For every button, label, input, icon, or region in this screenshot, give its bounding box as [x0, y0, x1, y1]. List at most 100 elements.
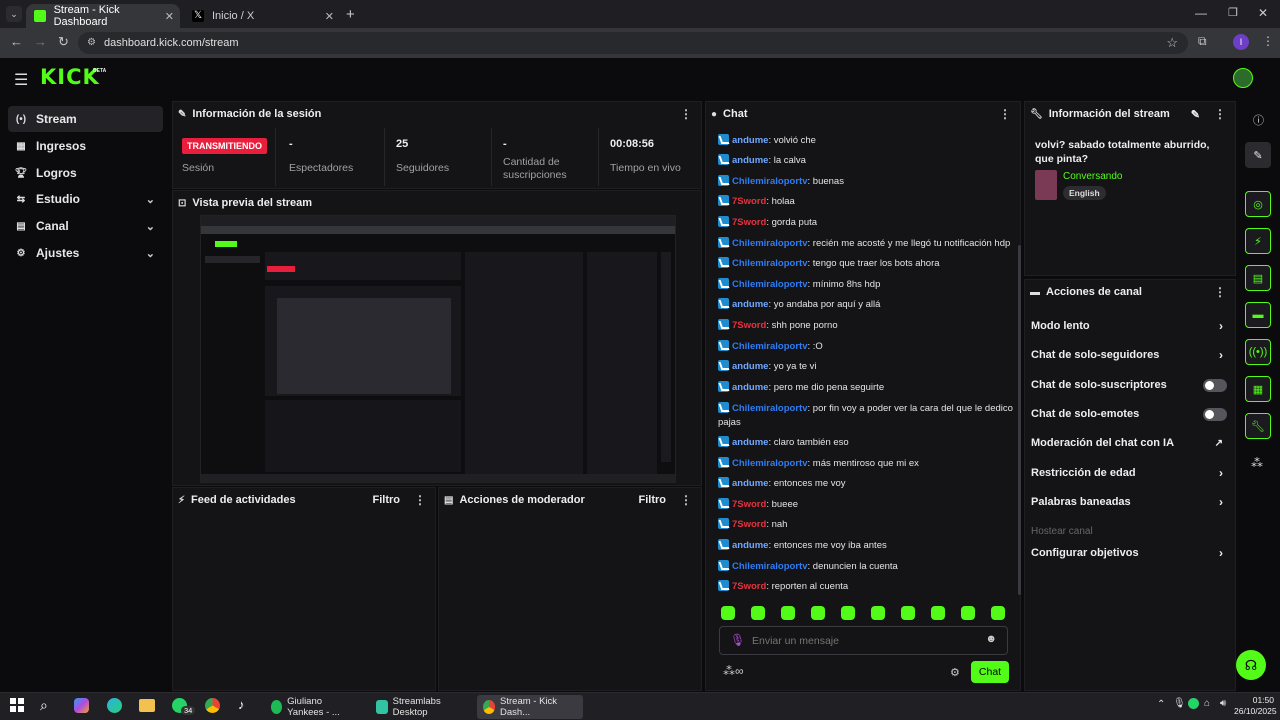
sidebar-item-stream[interactable]: (•) Stream	[8, 106, 163, 132]
extensions-icon[interactable]: ⧉	[1198, 34, 1207, 49]
emote-icon[interactable]	[841, 606, 855, 620]
new-tab-button[interactable]: +	[346, 6, 355, 23]
channel-action-item[interactable]: Moderación del chat con IA ↗	[1031, 430, 1227, 456]
raid-tool-button[interactable]: ⚡︎	[1245, 228, 1271, 254]
channel-action-item[interactable]: Chat de solo-suscriptores	[1031, 372, 1227, 398]
add-widget-icon[interactable]: ⁂	[1251, 456, 1263, 470]
support-headset-button[interactable]: ☊	[1236, 650, 1266, 680]
more-options-icon[interactable]: ⋮	[999, 107, 1011, 121]
chat-settings-icon[interactable]: ⚙	[950, 666, 960, 679]
edit-tool-button[interactable]: ✎	[1245, 142, 1271, 168]
site-info-icon[interactable]: ⚙	[87, 37, 96, 48]
emote-icon[interactable]	[961, 606, 975, 620]
bookmark-star-icon[interactable]: ☆	[1166, 35, 1178, 51]
emote-icon[interactable]	[991, 606, 1005, 620]
chat-username[interactable]: Chilemiraloportv	[732, 403, 808, 414]
hamburger-menu-icon[interactable]: ☰	[14, 70, 28, 90]
chat-username[interactable]: Chilemiraloportv	[732, 458, 808, 469]
emote-icon[interactable]	[811, 606, 825, 620]
chrome-icon[interactable]	[205, 698, 220, 713]
tray-chevron-up-icon[interactable]: ⌃	[1157, 699, 1165, 710]
emote-icon[interactable]	[931, 606, 945, 620]
chat-username[interactable]: andume	[732, 361, 768, 372]
microphone-icon[interactable]: 🎙︎	[730, 633, 745, 647]
edge-icon[interactable]	[107, 698, 122, 713]
more-options-icon[interactable]: ⋮	[680, 493, 692, 507]
sidebar-item-ingresos[interactable]: ▦ Ingresos	[8, 133, 163, 159]
chat-username[interactable]: andume	[732, 155, 768, 166]
emote-icon[interactable]	[721, 606, 735, 620]
window-close-button[interactable]: ✕	[1258, 6, 1268, 20]
close-icon[interactable]: ✕	[165, 10, 174, 23]
stream-preview-video[interactable]	[200, 215, 676, 483]
chat-username[interactable]: 7Sword	[732, 519, 766, 530]
toggle-switch[interactable]	[1203, 378, 1227, 392]
taskbar-app-streamlabs[interactable]: Streamlabs Desktop	[370, 695, 470, 719]
browser-tab-x[interactable]: 𝕏 Inicio / X ✕	[184, 4, 340, 28]
chat-input-box[interactable]: 🎙︎ ☻	[719, 626, 1008, 655]
info-icon[interactable]: ⓘ	[1253, 112, 1264, 128]
chat-username[interactable]: Chilemiraloportv	[732, 238, 808, 249]
channel-action-item[interactable]: Palabras baneadas ›	[1031, 489, 1227, 515]
chat-username[interactable]: 7Sword	[732, 581, 766, 592]
browser-tab-kick[interactable]: Stream - Kick Dashboard ✕	[26, 4, 180, 28]
sidebar-item-estudio[interactable]: ⇆ Estudio ⌄	[8, 186, 163, 212]
minimize-button[interactable]: —	[1195, 6, 1207, 20]
sidebar-item-ajustes[interactable]: ⚙ Ajustes ⌄	[8, 240, 163, 266]
chat-username[interactable]: Chilemiraloportv	[732, 176, 808, 187]
send-chat-button[interactable]: Chat	[971, 661, 1009, 683]
taskbar-app-chrome-kick[interactable]: Stream - Kick Dash...	[477, 695, 583, 719]
category-link[interactable]: Conversando	[1063, 171, 1122, 182]
tray-volume-icon[interactable]: 🔊︎	[1220, 698, 1226, 709]
copilot-icon[interactable]	[74, 698, 89, 713]
layout-tool-button[interactable]: ▦	[1245, 376, 1271, 402]
more-options-icon[interactable]: ⋮	[1214, 107, 1226, 121]
kick-logo[interactable]: KICK	[40, 65, 100, 89]
sidebar-item-logros[interactable]: 🏆︎ Logros	[8, 160, 163, 186]
chat-username[interactable]: Chilemiraloportv	[732, 258, 808, 269]
chat-username[interactable]: Chilemiraloportv	[732, 279, 808, 290]
more-options-icon[interactable]: ⋮	[1214, 285, 1226, 299]
broadcast-tool-button[interactable]: ((•))	[1245, 339, 1271, 365]
channel-action-item[interactable]: Chat de solo-seguidores ›	[1031, 342, 1227, 368]
wrench-tool-button[interactable]: 🔧︎	[1245, 413, 1271, 439]
browser-menu-icon[interactable]: ⋮	[1262, 34, 1274, 48]
chat-username[interactable]: Chilemiraloportv	[732, 561, 808, 572]
chat-username[interactable]: andume	[732, 135, 768, 146]
more-options-icon[interactable]: ⋮	[414, 493, 426, 507]
address-bar[interactable]: ⚙ dashboard.kick.com/stream ☆	[78, 32, 1188, 54]
channel-action-item[interactable]: Configurar objetivos ›	[1031, 540, 1227, 566]
file-explorer-icon[interactable]	[139, 699, 155, 712]
toggle-switch[interactable]	[1203, 407, 1227, 421]
chat-username[interactable]: Chilemiraloportv	[732, 341, 808, 352]
chat-username[interactable]: andume	[732, 437, 768, 448]
filter-button[interactable]: Filtro	[373, 494, 401, 506]
chat-username[interactable]: 7Sword	[732, 499, 766, 510]
search-icon[interactable]: ⌕	[40, 697, 48, 714]
profile-avatar[interactable]: I	[1233, 34, 1249, 50]
emote-icon[interactable]	[781, 606, 795, 620]
tab-search-button[interactable]: ⌄	[6, 6, 22, 22]
chat-username[interactable]: andume	[732, 299, 768, 310]
close-icon[interactable]: ✕	[325, 10, 334, 23]
clip-tool-button[interactable]: ◎	[1245, 191, 1271, 217]
user-avatar[interactable]	[1233, 68, 1253, 88]
chat-username[interactable]: 7Sword	[732, 320, 766, 331]
restore-button[interactable]: ❐	[1228, 6, 1238, 19]
channel-action-item[interactable]: Modo lento ›	[1031, 313, 1227, 339]
windows-start-icon[interactable]	[10, 698, 24, 712]
back-icon[interactable]: ←	[10, 34, 23, 49]
sidebar-item-canal[interactable]: ▤ Canal ⌄	[8, 213, 163, 239]
more-options-icon[interactable]: ⋮	[680, 107, 692, 121]
forward-icon[interactable]: →	[34, 34, 47, 49]
emote-icon[interactable]	[871, 606, 885, 620]
chat-username[interactable]: andume	[732, 478, 768, 489]
tray-clock[interactable]: 01:50 26/10/2025	[1234, 695, 1277, 717]
chat-username[interactable]: andume	[732, 382, 768, 393]
tiktok-icon[interactable]: ♪	[238, 697, 245, 712]
notes-tool-button[interactable]: ▤	[1245, 265, 1271, 291]
chat-username[interactable]: 7Sword	[732, 217, 766, 228]
chat-username[interactable]: andume	[732, 540, 768, 551]
chat-username[interactable]: 7Sword	[732, 196, 766, 207]
edit-pencil-icon[interactable]: ✎	[1191, 108, 1200, 121]
